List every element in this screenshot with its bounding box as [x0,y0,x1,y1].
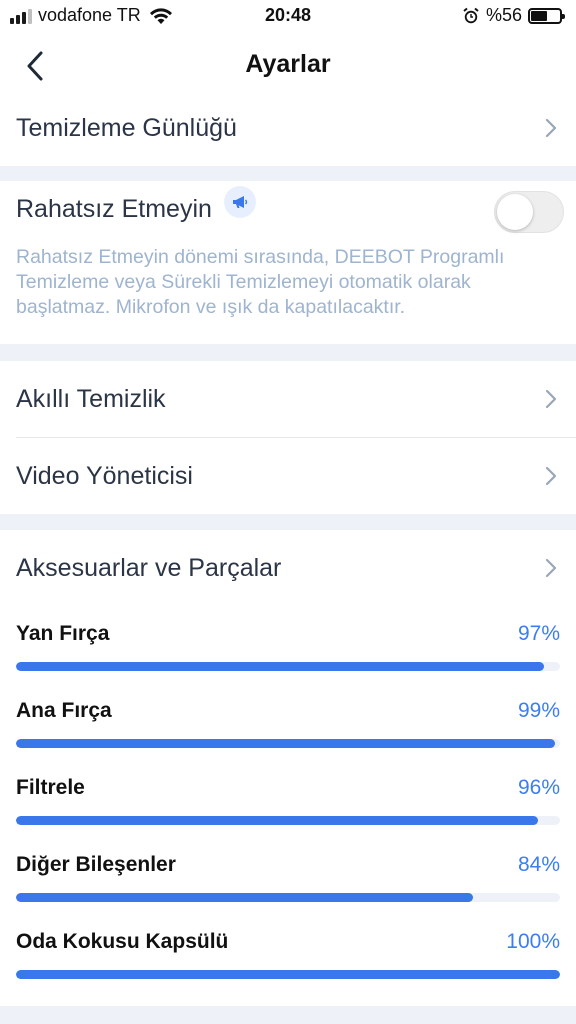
status-bar: vodafone TR 20:48 %56 [0,0,576,34]
accessories-row[interactable]: Aksesuarlar ve Parçalar [0,530,576,606]
status-right: %56 [462,5,565,26]
megaphone-glyph [232,196,248,208]
do-not-disturb-label: Rahatsız Etmeyin [16,194,212,223]
chevron-right-icon [545,118,557,138]
accessories-label: Aksesuarlar ve Parçalar [16,553,282,582]
description-line: başlatmaz. Mikrofon ve ışık da kapatılac… [16,296,406,318]
chevron-right-icon [545,389,557,409]
accessory-progress-track [16,893,560,902]
carrier-name: vodafone TR [38,5,141,25]
accessory-list: Yan Fırça 97% Ana Fırça 99% Filtrele 96%… [0,606,576,991]
accessory-percent: 100% [506,930,560,953]
accessory-item[interactable]: Diğer Bileşenler 84% [0,837,576,914]
description-line: Rahatsız Etmeyin dönemi sırasında, DEEBO… [16,246,505,268]
page-title: Ayarlar [245,50,331,78]
do-not-disturb-section: Rahatsız Etmeyin Rahatsız Etmeyin dönemi… [0,181,576,344]
accessory-name: Oda Kokusu Kapsülü [16,930,229,953]
accessory-name: Yan Fırça [16,622,110,645]
chevron-right-icon [545,466,557,486]
accessory-item[interactable]: Yan Fırça 97% [0,606,576,683]
battery-icon [528,7,565,24]
accessory-item[interactable]: Oda Kokusu Kapsülü 100% [0,914,576,991]
menu-section: Akıllı Temizlik Video Yöneticisi [0,361,576,514]
chevron-right-icon [545,558,557,578]
accessory-percent: 99% [517,699,560,722]
accessories-section: Aksesuarlar ve Parçalar Yan Fırça 97% An… [0,530,576,1006]
accessory-progress-fill [16,893,473,902]
cleaning-log-label: Temizleme Günlüğü [16,113,237,142]
accessory-percent: 84% [517,853,560,876]
accessory-progress-track [16,662,560,671]
megaphone-icon[interactable] [223,186,256,218]
alarm-icon [463,7,479,23]
cleaning-log-row[interactable]: Temizleme Günlüğü [0,98,576,158]
signal-icon [10,8,32,24]
cleaning-log-section: Temizleme Günlüğü [0,98,576,166]
accessory-item[interactable]: Ana Fırça 99% [0,683,576,760]
do-not-disturb-header: Rahatsız Etmeyin [0,181,576,237]
do-not-disturb-description: Rahatsız Etmeyin dönemi sırasında, DEEBO… [0,237,576,320]
video-manager-label: Video Yöneticisi [16,461,193,490]
accessory-name: Ana Fırça [16,699,112,722]
accessory-progress-track [16,739,560,748]
accessory-percent: 96% [517,776,560,799]
smart-cleaning-label: Akıllı Temizlik [16,384,166,413]
accessory-progress-fill [16,662,544,671]
accessory-progress-track [16,816,560,825]
status-left: vodafone TR [10,5,173,26]
accessory-percent: 97% [517,622,560,645]
smart-cleaning-row[interactable]: Akıllı Temizlik [0,361,576,437]
do-not-disturb-toggle[interactable] [494,191,564,233]
accessory-progress-fill [16,970,560,979]
battery-percent: %56 [485,5,522,25]
wifi-icon [149,7,172,24]
navigation-bar: Ayarlar [0,34,576,98]
accessory-progress-fill [16,816,539,825]
video-manager-row[interactable]: Video Yöneticisi [0,438,576,514]
accessory-progress-track [16,970,560,979]
toggle-knob [497,194,533,230]
accessory-name: Filtrele [16,776,85,799]
description-line: Temizleme veya Sürekli Temizlemeyi otoma… [16,271,471,293]
accessory-progress-fill [16,739,555,748]
accessory-name: Diğer Bileşenler [16,853,176,876]
accessory-item[interactable]: Filtrele 96% [0,760,576,837]
